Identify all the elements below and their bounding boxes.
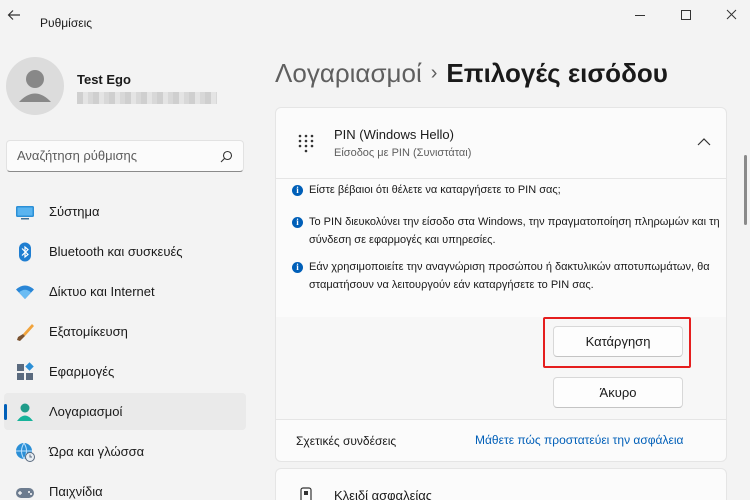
- security-key-card[interactable]: Κλειδί ασφαλείας: [275, 468, 727, 500]
- remove-pin-button[interactable]: Κατάργηση: [553, 326, 683, 357]
- back-button[interactable]: [6, 7, 22, 23]
- maximize-icon: [681, 10, 691, 20]
- close-button[interactable]: [722, 6, 742, 24]
- cancel-button[interactable]: Άκυρο: [553, 377, 683, 408]
- sidebar-item-label: Λογαριασμοί: [49, 404, 123, 419]
- user-email-redacted: [77, 92, 217, 104]
- back-arrow-icon: [7, 10, 20, 20]
- info-icon: i: [292, 217, 303, 228]
- sidebar-item-personalization[interactable]: Εξατομίκευση: [4, 313, 246, 350]
- pin-subtitle: Είσοδος με PIN (Συνιστάται): [334, 147, 472, 159]
- search-icon[interactable]: [220, 150, 233, 163]
- sidebar-item-label: Εφαρμογές: [49, 364, 115, 379]
- gaming-icon: [16, 487, 34, 498]
- divider: [276, 178, 726, 179]
- bluetooth-icon: [19, 242, 31, 261]
- user-name: Test Ego: [77, 72, 131, 87]
- close-icon: [726, 9, 737, 20]
- accounts-icon: [17, 403, 33, 421]
- pin-card-header[interactable]: PIN (Windows Hello) Είσοδος με PIN (Συνι…: [276, 108, 726, 178]
- sidebar-item-label: Ώρα και γλώσσα: [49, 444, 145, 459]
- search-input[interactable]: [17, 148, 212, 163]
- scrollbar[interactable]: [744, 155, 747, 225]
- info-icon: i: [292, 185, 303, 196]
- info-icon: i: [292, 262, 303, 273]
- pin-title: PIN (Windows Hello): [334, 127, 454, 142]
- sidebar-item-label: Σύστημα: [49, 204, 100, 219]
- keypad-icon: [298, 134, 314, 153]
- info-text: Είστε βέβαιοι ότι θέλετε να καταργήσετε …: [309, 184, 561, 196]
- chevron-up-icon[interactable]: [696, 135, 712, 149]
- sidebar-nav: Σύστημα Bluetooth και συσκευές Δίκτυο κα…: [4, 193, 246, 500]
- maximize-button[interactable]: [676, 6, 696, 24]
- security-key-title: Κλειδί ασφαλείας: [334, 488, 433, 500]
- breadcrumb-separator: ›: [430, 62, 438, 84]
- page-title: Επιλογές εισόδου: [446, 58, 668, 88]
- sidebar-item-gaming[interactable]: Παιχνίδια: [4, 473, 246, 500]
- pin-card: PIN (Windows Hello) Είσοδος με PIN (Συνι…: [275, 107, 727, 462]
- key-icon: [300, 487, 312, 500]
- sidebar-item-network[interactable]: Δίκτυο και Internet: [4, 273, 246, 310]
- minimize-icon: [635, 15, 645, 16]
- sidebar-item-label: Εξατομίκευση: [49, 324, 128, 339]
- sidebar-item-time-language[interactable]: Ώρα και γλώσσα: [4, 433, 246, 470]
- related-links: Σχετικές συνδέσεις Μάθετε πώς προστατεύε…: [276, 419, 726, 461]
- sidebar-item-label: Παιχνίδια: [49, 484, 103, 499]
- info-text: Εάν χρησιμοποιείτε την αναγνώριση προσώπ…: [309, 261, 710, 291]
- minimize-button[interactable]: [630, 6, 650, 24]
- title-bar: Ρυθμίσεις: [0, 0, 750, 32]
- sidebar-item-system[interactable]: Σύστημα: [4, 193, 246, 230]
- sidebar-item-apps[interactable]: Εφαρμογές: [4, 353, 246, 390]
- sidebar-item-accounts[interactable]: Λογαριασμοί: [4, 393, 246, 430]
- sidebar-item-label: Δίκτυο και Internet: [49, 284, 155, 299]
- info-text: Το PIN διευκολύνει την είσοδο στα Window…: [309, 216, 720, 246]
- related-link[interactable]: Μάθετε πώς προστατεύει την ασφάλεια: [475, 433, 683, 447]
- related-links-label: Σχετικές συνδέσεις: [296, 434, 397, 448]
- apps-icon: [17, 361, 34, 380]
- breadcrumb: Λογαριασμοί › Επιλογές εισόδου: [275, 58, 668, 89]
- breadcrumb-parent[interactable]: Λογαριασμοί: [275, 58, 422, 88]
- wifi-icon: [16, 285, 34, 299]
- system-icon: [16, 205, 34, 219]
- sidebar-item-bluetooth[interactable]: Bluetooth και συσκευές: [4, 233, 246, 270]
- sidebar-item-label: Bluetooth και συσκευές: [49, 244, 183, 259]
- search-box[interactable]: [6, 140, 244, 172]
- user-avatar-icon: [19, 70, 51, 102]
- brush-icon: [17, 323, 34, 341]
- app-title: Ρυθμίσεις: [40, 16, 93, 30]
- time-language-icon: [16, 442, 35, 462]
- pin-actions: Κατάργηση Άκυρο: [276, 317, 726, 419]
- avatar[interactable]: [6, 57, 64, 115]
